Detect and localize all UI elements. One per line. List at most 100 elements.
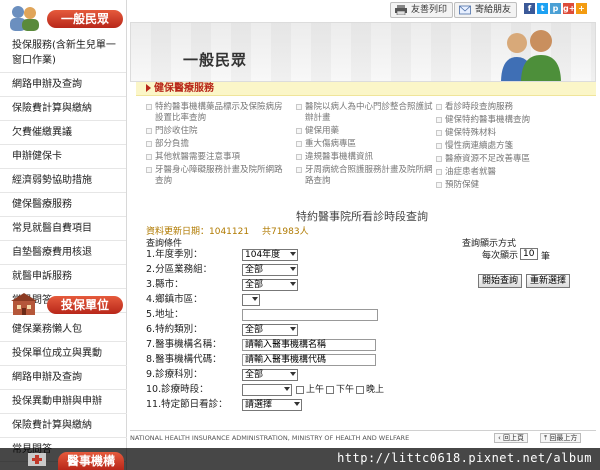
district-select[interactable] [242, 294, 260, 306]
bullet-icon [146, 154, 152, 160]
field-label: 6.特約類別： [146, 324, 203, 335]
sidebar-item-assistance[interactable]: 經濟弱勢協助措施 [0, 169, 126, 193]
holiday-select[interactable]: 請選擇 [242, 399, 302, 411]
sidebar-item-online-apply-2[interactable]: 網路申辦及查詢 [0, 366, 127, 390]
sidebar-item-change-apply[interactable]: 投保異動申辦與申辦 [0, 390, 127, 414]
field-label: 5.地址： [146, 309, 184, 320]
twitter-icon[interactable]: t [537, 3, 548, 14]
afternoon-checkbox[interactable] [326, 386, 334, 394]
sidebar-header-employer: 投保單位 [0, 290, 127, 318]
facebook-icon[interactable]: f [524, 3, 535, 14]
sidebar-item-complaint[interactable]: 就醫申訴服務 [0, 265, 126, 289]
field-row-district: 4.鄉鎮市區： [146, 293, 203, 307]
share-label: 寄給朋友 [475, 5, 512, 15]
query-form: 特約醫事院所看診時段查詢 資料更新日期：1041121 共71983人 查詢條件… [136, 206, 596, 426]
service-link[interactable]: 看診時段查詢服務 [436, 102, 576, 113]
mail-icon [459, 5, 471, 15]
time-select[interactable] [242, 384, 292, 396]
bullet-icon [296, 154, 302, 160]
share-button[interactable]: 寄給朋友 [454, 2, 518, 18]
bullet-icon [436, 117, 442, 123]
search-button[interactable]: 開始查詢 [478, 274, 522, 288]
sidebar-item-online-apply[interactable]: 網路申辦及查詢 [0, 73, 126, 97]
bullet-icon [436, 156, 442, 162]
more-share-icon[interactable]: + [576, 3, 587, 14]
google-plus-icon[interactable]: g+ [563, 3, 575, 14]
service-link[interactable]: 特約醫事機構藥品標示及保險病房設置比率查詢 [146, 102, 286, 124]
service-link-label: 醫療資源不足改善專區 [445, 154, 531, 164]
print-button[interactable]: 友善列印 [390, 2, 454, 18]
field-row-institution-code: 8.醫事機構代碼： [146, 353, 222, 367]
plurk-icon[interactable]: p [550, 3, 561, 14]
service-link-label: 重大傷病專區 [305, 139, 357, 149]
service-panel: 健保醫療服務 特約醫事機構藥品標示及保險病房設置比率查詢門診收住院部分負擔其他就… [136, 82, 596, 206]
service-link[interactable]: 牙周病統合照護服務計畫及院所網路查詢 [296, 165, 436, 187]
bullet-icon [146, 104, 152, 110]
banner-people-illustration [501, 30, 561, 81]
arrow-right-icon [146, 84, 151, 92]
reset-button[interactable]: 重新選擇 [526, 274, 570, 288]
service-link-label: 部分負擔 [155, 139, 190, 149]
service-title: 健保醫療服務 [154, 83, 214, 94]
sidebar-item-premium-2[interactable]: 保險費計算與繳納 [0, 414, 127, 438]
field-label: 10.診療時段： [146, 384, 209, 395]
sidebar-item-card[interactable]: 申辦健保卡 [0, 145, 126, 169]
service-link[interactable]: 健保特殊材料 [436, 128, 576, 139]
back-button[interactable]: ‹ 回上頁 [494, 433, 529, 443]
service-link-label: 看診時段查詢服務 [445, 102, 514, 112]
service-link[interactable]: 慢性病連續處方箋 [436, 141, 576, 152]
service-link[interactable]: 門診收住院 [146, 126, 286, 137]
bullet-icon [436, 143, 442, 149]
bullet-icon [296, 167, 302, 173]
per-page-select[interactable]: 10 [520, 248, 538, 260]
address-input[interactable] [242, 309, 378, 321]
year-select[interactable]: 104年度 [242, 249, 298, 261]
sidebar-item-insurance-service[interactable]: 投保服務(含新生兒單一窗口作業) [0, 34, 126, 73]
department-select[interactable]: 全部 [242, 369, 298, 381]
bullet-icon [436, 104, 442, 110]
sidebar-item-guide[interactable]: 健保業務懶人包 [0, 318, 127, 342]
morning-checkbox[interactable] [296, 386, 304, 394]
field-label: 4.鄉鎮市區： [146, 294, 203, 305]
service-link[interactable]: 醫院以病人為中心門診整合照護試辦計畫 [296, 102, 436, 124]
bullet-icon [436, 182, 442, 188]
region-select[interactable]: 全部 [242, 264, 298, 276]
sidebar-item-arrears[interactable]: 欠費催繳異議 [0, 121, 126, 145]
service-link-label: 醫院以病人為中心門診整合照護試辦計畫 [305, 102, 433, 123]
service-link-label: 健保特殊材料 [445, 128, 497, 138]
evening-checkbox[interactable] [356, 386, 364, 394]
sidebar-section-title-medical: 醫事機構 [58, 452, 124, 470]
service-link[interactable]: 牙醫身心障礙服務計畫及院所網路查詢 [146, 165, 286, 187]
service-link[interactable]: 醫療資源不足改善專區 [436, 154, 576, 165]
field-row-city: 3.縣市： [146, 278, 184, 292]
service-link[interactable]: 預防保健 [436, 180, 576, 191]
service-link[interactable]: 油症患者就醫 [436, 167, 576, 178]
service-link[interactable]: 違規醫事機構資訊 [296, 152, 436, 163]
sidebar-list-employer: 健保業務懶人包 投保單位成立與異動 網路申辦及查詢 投保異動申辦與申辦 保險費計… [0, 318, 127, 462]
service-link[interactable]: 其他就醫需要注意事項 [146, 152, 286, 163]
sidebar-item-self-pay[interactable]: 常見就醫自費項目 [0, 217, 126, 241]
institution-name-input[interactable]: 請輸入醫事機構名稱 [242, 339, 376, 351]
building-icon [11, 293, 37, 315]
sidebar-item-premium[interactable]: 保險費計算與繳納 [0, 97, 126, 121]
sidebar-item-medical-service[interactable]: 健保醫療服務 [0, 193, 126, 217]
top-button[interactable]: ⤒ 回最上方 [540, 433, 582, 443]
type-select[interactable]: 全部 [242, 324, 298, 336]
bullet-icon [436, 130, 442, 136]
service-link[interactable]: 部分負擔 [146, 139, 286, 150]
chevron-down-icon [284, 387, 290, 391]
service-link[interactable]: 健保特約醫事機構查詢 [436, 115, 576, 126]
record-count: 共71983人 [261, 227, 309, 237]
city-select[interactable]: 全部 [242, 279, 298, 291]
bullet-icon [146, 167, 152, 173]
service-link[interactable]: 健保用藥 [296, 126, 436, 137]
field-row-holiday: 11.特定節日看診： [146, 398, 228, 412]
service-link-label: 油症患者就醫 [445, 167, 497, 177]
field-row-type: 6.特約類別： [146, 323, 203, 337]
service-link-label: 預防保健 [445, 180, 480, 190]
service-link-label: 牙醫身心障礙服務計畫及院所網路查詢 [155, 165, 283, 186]
sidebar-item-refund[interactable]: 自墊醫療費用核退 [0, 241, 126, 265]
institution-code-input[interactable]: 請輸入醫事機構代碼 [242, 354, 376, 366]
sidebar-item-unit-change[interactable]: 投保單位成立與異動 [0, 342, 127, 366]
service-link[interactable]: 重大傷病專區 [296, 139, 436, 150]
